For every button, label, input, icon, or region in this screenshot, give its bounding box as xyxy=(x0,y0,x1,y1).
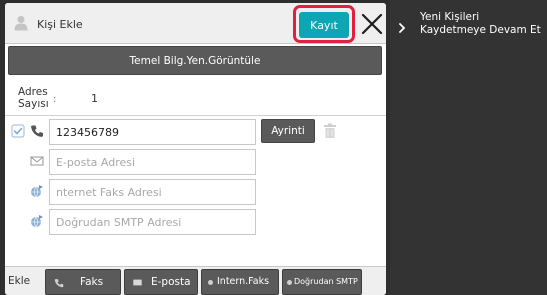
phone-icon xyxy=(54,279,64,288)
phone-number-field[interactable] xyxy=(49,119,256,145)
address-count-row: Adres Sayısı : 1 xyxy=(5,79,386,116)
detail-button[interactable]: Ayrinti xyxy=(261,119,315,143)
tab-direct-smtp[interactable]: Doğrudan SMTP xyxy=(282,269,362,295)
dot-icon xyxy=(208,280,213,285)
trash-icon[interactable] xyxy=(323,123,337,139)
show-basic-info-button[interactable]: Temel Bilg.Yen.Görüntüle xyxy=(8,46,382,75)
internet-fax-field[interactable] xyxy=(49,179,256,205)
envelope-icon xyxy=(30,156,44,166)
add-label: Ekle xyxy=(8,275,31,287)
dot-icon xyxy=(287,280,292,285)
chevron-right-icon xyxy=(399,23,406,33)
continue-panel[interactable] xyxy=(390,0,547,295)
continue-registering-text[interactable]: Yeni Kişileri Kaydetmeye Devam Et xyxy=(420,11,545,37)
add-entry-bar: Ekle Faks E-posta Intern.Faks Doğrudan S… xyxy=(5,266,386,295)
globe-icon xyxy=(31,185,43,198)
address-count-separator: : xyxy=(53,94,57,105)
checkbox-icon[interactable] xyxy=(11,124,25,138)
tab-email-label: E-posta xyxy=(151,276,191,288)
tab-internet-fax[interactable]: Intern.Faks xyxy=(201,269,279,295)
add-contact-panel: Kişi Ekle Kayıt Temel Bilg.Yen.Görüntüle… xyxy=(5,3,386,295)
tab-internet-fax-label: Intern.Faks xyxy=(217,276,270,287)
globe-icon xyxy=(31,215,43,228)
envelope-icon xyxy=(133,279,142,286)
header-bar: Kişi Ekle Kayıt xyxy=(5,3,386,44)
phone-icon xyxy=(31,125,43,137)
direct-smtp-field[interactable] xyxy=(49,209,256,235)
close-icon xyxy=(361,13,383,35)
save-button[interactable]: Kayıt xyxy=(299,12,349,38)
email-address-field[interactable] xyxy=(49,149,256,175)
person-icon xyxy=(14,16,28,31)
page-title: Kişi Ekle xyxy=(37,18,83,31)
tab-email[interactable]: E-posta xyxy=(124,269,198,295)
tab-fax-label: Faks xyxy=(80,276,104,288)
address-count-value: 1 xyxy=(91,92,98,105)
address-count-label: Adres Sayısı xyxy=(18,86,49,110)
tab-direct-smtp-label: Doğrudan SMTP xyxy=(294,277,358,286)
tab-fax[interactable]: Faks xyxy=(45,269,121,295)
close-button[interactable] xyxy=(357,8,386,40)
